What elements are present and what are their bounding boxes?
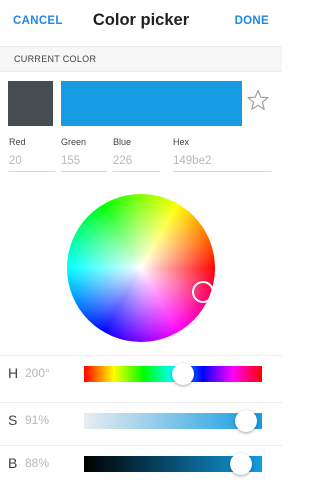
done-button[interactable]: DONE	[235, 15, 269, 27]
blue-field[interactable]: Blue 226	[113, 137, 160, 177]
red-field[interactable]: Red 20	[9, 137, 55, 177]
saturation-row: S 91%	[0, 402, 282, 439]
saturation-letter: S	[8, 412, 18, 428]
green-input[interactable]: 155	[61, 155, 107, 172]
brightness-slider[interactable]	[84, 453, 262, 475]
saturation-slider[interactable]	[84, 410, 262, 432]
blue-label: Blue	[113, 137, 132, 147]
green-field[interactable]: Green 155	[61, 137, 107, 177]
blue-input[interactable]: 226	[113, 155, 160, 172]
hue-slider[interactable]	[84, 363, 262, 385]
star-icon[interactable]	[246, 88, 270, 112]
color-wheel-handle[interactable]	[192, 281, 214, 303]
saturation-value: 91%	[25, 413, 50, 427]
hue-value: 200°	[25, 366, 50, 380]
hue-slider-thumb[interactable]	[171, 363, 194, 385]
hex-input[interactable]: 149be2	[173, 155, 271, 172]
toolbar: CANCEL Color picker DONE	[0, 0, 282, 46]
color-wheel-saturation-overlay	[67, 194, 215, 342]
hue-row: H 200°	[0, 355, 282, 392]
old-color-swatch[interactable]	[8, 81, 53, 126]
brightness-slider-thumb[interactable]	[229, 453, 252, 475]
hue-letter: H	[8, 365, 19, 381]
red-label: Red	[9, 137, 26, 147]
brightness-letter: B	[8, 455, 18, 471]
brightness-row: B 88%	[0, 445, 282, 482]
red-input[interactable]: 20	[9, 155, 55, 172]
brightness-value: 88%	[25, 456, 50, 470]
current-color-label: CURRENT COLOR	[14, 54, 97, 64]
hex-field[interactable]: Hex 149be2	[173, 137, 271, 177]
hex-label: Hex	[173, 137, 190, 147]
current-color-section-header: CURRENT COLOR	[0, 46, 282, 72]
color-wheel[interactable]	[67, 194, 215, 342]
green-label: Green	[61, 137, 87, 147]
new-color-swatch	[61, 81, 242, 126]
saturation-slider-thumb[interactable]	[234, 410, 257, 432]
